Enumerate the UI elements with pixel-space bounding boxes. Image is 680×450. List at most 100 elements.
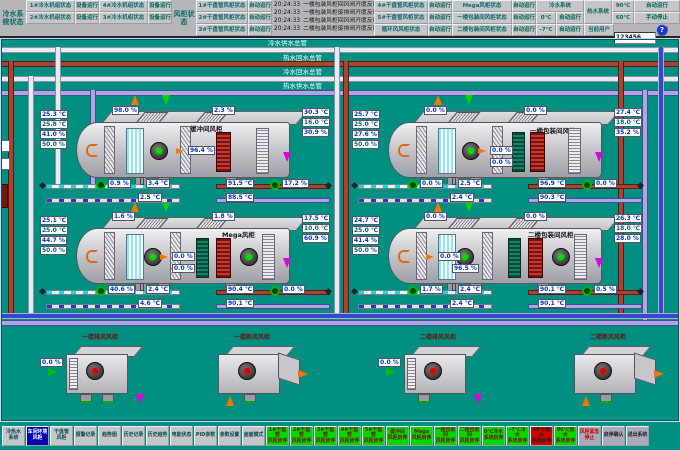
toolbar-button-start-stop[interactable]: -7℃冷水 系统启停 (506, 426, 529, 446)
fan-status-cell[interactable]: 循环风风柜状态 (374, 24, 428, 36)
toolbar-button[interactable]: 历史记录 (122, 426, 145, 446)
toolbar-button[interactable]: 趋势图 (98, 426, 121, 446)
fan-status-value[interactable]: 自动运行 (512, 24, 536, 36)
value-box: 24.7 ℃ (352, 216, 380, 225)
toolbar-button[interactable]: 报警记录 (74, 426, 97, 446)
cold-mode[interactable]: 自动运行 (556, 24, 584, 36)
fan-status-cell[interactable]: 3#干盘管风柜状态 (196, 24, 248, 36)
valve-icon[interactable] (96, 180, 106, 190)
toolbar-button-start-stop[interactable]: 60℃热水 系统启停 (530, 426, 553, 446)
chiller-status-value[interactable]: 设备运行 (148, 0, 172, 12)
user-input[interactable] (614, 32, 656, 44)
fan-status-value[interactable]: 自动运行 (248, 12, 272, 24)
damper-value: 0.0 % (424, 106, 447, 115)
toolbar-button-start-stop[interactable]: 0℃冷水 系统启停 (482, 426, 505, 446)
toolbar-button[interactable]: 画面模式 (242, 426, 265, 446)
valve-icon[interactable] (582, 180, 592, 190)
toolbar-button-start-stop[interactable]: 缓冲间 风柜启停 (386, 426, 409, 446)
cold-mode[interactable]: 自动运行 (556, 12, 584, 24)
fan-status-value[interactable]: 自动运行 (428, 24, 452, 36)
fan-icon[interactable] (238, 362, 256, 380)
unit-title: 一楼新风风柜 (192, 334, 312, 342)
value-box: 18.0 ℃ (614, 118, 642, 127)
help-icon[interactable]: ? (656, 24, 668, 36)
hot-mode[interactable]: 自动运行 (634, 0, 680, 12)
valve-icon[interactable] (270, 286, 280, 296)
alarm-text: 一楼包装风柜回风阀开度反馈故障 (303, 1, 374, 9)
hot-mode[interactable]: 手动停止 (634, 12, 680, 24)
alarm-text: 二楼包装风柜废排阀开度反馈故障 (303, 25, 374, 33)
valve-icon[interactable] (408, 286, 418, 296)
toolbar-button[interactable]: 冷热水 系统 (2, 426, 25, 446)
toolbar-button-start-stop[interactable]: Mega 风柜启停 (410, 426, 433, 446)
outlet-grille-icon (574, 234, 587, 280)
outlet-grille-icon (256, 128, 269, 174)
fan-status-cell[interactable]: 2#干盘管风柜状态 (196, 12, 248, 24)
fan-status-value[interactable]: 自动运行 (428, 12, 452, 24)
toolbar-button[interactable]: 干盘管 风柜 (50, 426, 73, 446)
toolbar-button-start-stop[interactable]: 二楼包装间 风柜启停 (458, 426, 481, 446)
fresh-air-fan-unit: 二楼新风风柜 (548, 334, 668, 408)
toolbar-button-selected[interactable]: 车间环境 风柜 (26, 426, 49, 446)
alarm-list[interactable]: 20:24:33一楼包装风柜回风阀开度反馈故障 20:24:33一楼包装风柜废排… (272, 0, 374, 36)
toolbar-button-start-stop[interactable]: 4#干盘管 风柜启停 (338, 426, 361, 446)
chiller-status-cell[interactable]: 3#冷水机组状态 (99, 12, 148, 24)
fan-status-value[interactable]: 自动运行 (512, 12, 536, 24)
temp-value: 90.4 ℃ (226, 285, 254, 294)
supply-fan-icon[interactable] (150, 142, 168, 160)
alarm-row: 20:24:33二楼包装风柜废排阀开度反馈故障 (274, 25, 372, 33)
temp-value: 2.4 ℃ (450, 193, 474, 202)
fan-status-value[interactable]: 自动运行 (248, 0, 272, 12)
value-box: 50.0 % (40, 246, 67, 255)
fan-status-value[interactable]: 自动运行 (428, 0, 452, 12)
fan-status-cell[interactable]: Mega风柜状态 (452, 0, 512, 12)
toolbar-button-emergency-stop[interactable]: 风柜紧急 停止 (578, 426, 601, 446)
toolbar-button[interactable]: 历史趋势 (146, 426, 169, 446)
fan-status-cell[interactable]: 二楼包装间风柜状态 (452, 24, 512, 36)
flow-up-arrow-icon (434, 95, 442, 105)
fan-status-cell[interactable]: 4#干盘管风柜状态 (374, 0, 428, 12)
toolbar-button-start-stop[interactable]: 一楼包装间 风柜启停 (434, 426, 457, 446)
fan-status-cell[interactable]: 一楼包装间风柜状态 (452, 12, 512, 24)
hot-temp: 90℃ (612, 0, 634, 12)
fan-status-value[interactable]: 自动运行 (248, 24, 272, 36)
valve-icon[interactable] (96, 286, 106, 296)
toolbar-button[interactable]: PID参数 (194, 426, 217, 446)
value-box: 18.0 ℃ (614, 224, 642, 233)
supply-fan-icon[interactable] (552, 248, 570, 266)
exhaust-fan-icon[interactable] (424, 362, 442, 380)
chiller-status-cell[interactable]: 4#冷水机组状态 (99, 0, 148, 12)
toolbar-button-start-stop[interactable]: 2#干盘管 风柜启停 (290, 426, 313, 446)
chiller-status-cell[interactable]: 1#冷水机组状态 (26, 0, 75, 12)
toolbar-button[interactable]: 参数设置 (218, 426, 241, 446)
chiller-status-value[interactable]: 设备运行 (148, 12, 172, 24)
heating-coil-icon (528, 238, 543, 278)
inlet-arrow-icon (582, 396, 590, 406)
flow-down-arrow-icon (162, 95, 170, 105)
valve-icon[interactable] (270, 180, 280, 190)
valve-icon[interactable] (582, 286, 592, 296)
toolbar-button-start-stop[interactable]: 1#干盘管 风柜启停 (266, 426, 289, 446)
fan-status-value[interactable]: 自动运行 (512, 0, 536, 12)
toolbar-button-confirm[interactable]: 启停确认 (602, 426, 625, 446)
value-box: 16.0 ℃ (302, 118, 330, 127)
fan-status-cell[interactable]: 1#干盘管风柜状态 (196, 0, 248, 12)
toolbar-button[interactable]: 电能状态 (170, 426, 193, 446)
chiller-status-cell[interactable]: 2#冷水机组状态 (26, 12, 75, 24)
toolbar-button-start-stop[interactable]: 90℃热水 系统启停 (554, 426, 577, 446)
unit-title: 二楼排风风柜 (378, 334, 498, 342)
chiller-status-value[interactable]: 设备运行 (75, 0, 99, 12)
toolbar-button-exit[interactable]: 退出系统 (626, 426, 649, 446)
valve-icon[interactable] (408, 180, 418, 190)
fan-status-cell[interactable]: 5#干盘管风柜状态 (374, 12, 428, 24)
alarm-row: 20:24:33一楼包装风柜回风阀开度反馈故障 (274, 1, 372, 9)
chiller-status-value[interactable]: 设备运行 (75, 12, 99, 24)
exhaust-fan-icon[interactable] (86, 362, 104, 380)
value-box: 50.0 % (40, 140, 67, 149)
toolbar-button-start-stop[interactable]: 5#干盘管 风柜启停 (362, 426, 385, 446)
value-box: 30.3 ℃ (302, 108, 330, 117)
temp-value: 2.4 ℃ (458, 285, 482, 294)
toolbar-button-start-stop[interactable]: 3#干盘管 风柜启停 (314, 426, 337, 446)
fan-icon[interactable] (594, 362, 612, 380)
supply-fan-icon[interactable] (240, 248, 258, 266)
